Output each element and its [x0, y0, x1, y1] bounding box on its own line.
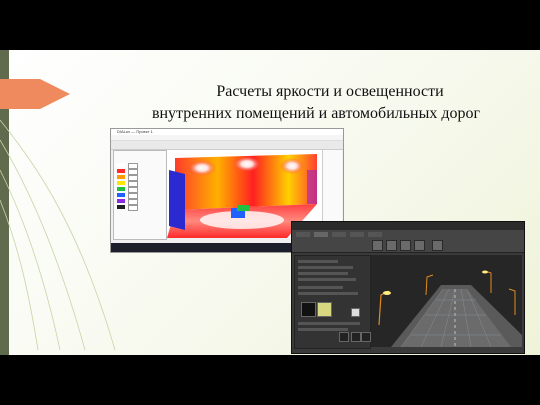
luminaire-thumbnail[interactable]	[361, 332, 371, 342]
window-title-bar	[292, 222, 524, 230]
legend-value	[128, 205, 138, 211]
decorative-lines	[0, 119, 116, 351]
arrow-accent-head	[40, 79, 70, 109]
luminaire-thumbnail[interactable]	[339, 332, 349, 342]
slide: Расчеты яркости и освещенности внутренни…	[0, 50, 540, 355]
list-item[interactable]	[298, 328, 348, 331]
list-item[interactable]	[298, 266, 353, 269]
title-line-1: Расчеты яркости и освещенности	[216, 83, 444, 100]
legend-swatch	[117, 187, 125, 191]
legend-swatch	[117, 169, 125, 173]
color-legend-panel	[113, 150, 167, 240]
title-line-2: внутренних помещений и автомобильных дор…	[151, 105, 481, 122]
ribbon-tab[interactable]	[368, 232, 382, 237]
list-item[interactable]	[298, 260, 338, 263]
ribbon-tab[interactable]	[332, 232, 346, 237]
list-item[interactable]	[298, 322, 360, 325]
ribbon-icon[interactable]	[386, 240, 397, 251]
ribbon-icon[interactable]	[414, 240, 425, 251]
list-item[interactable]	[298, 286, 343, 289]
legend-swatch	[117, 163, 125, 167]
toolbar	[111, 141, 343, 150]
legend-swatch	[117, 205, 125, 209]
luminaire-thumbnail[interactable]	[351, 308, 360, 317]
legend-swatch	[117, 193, 125, 197]
legend-swatch	[117, 199, 125, 203]
slide-title: Расчеты яркости и освещенности внутренни…	[100, 81, 540, 125]
luminaire-thumbnail[interactable]	[317, 302, 332, 317]
project-tree-panel	[294, 255, 371, 349]
arrow-accent-body	[0, 79, 40, 109]
ribbon-icon[interactable]	[400, 240, 411, 251]
ribbon-tab[interactable]	[296, 232, 310, 237]
luminaire-thumbnail[interactable]	[301, 302, 316, 317]
ribbon-icon[interactable]	[432, 240, 443, 251]
list-item[interactable]	[298, 278, 356, 281]
list-item[interactable]	[298, 272, 348, 275]
ribbon-toolbar	[292, 230, 524, 253]
road-lighting-screenshot	[291, 221, 525, 354]
ribbon-icon[interactable]	[372, 240, 383, 251]
list-item[interactable]	[298, 292, 358, 295]
luminaire-thumbnail[interactable]	[351, 332, 361, 342]
legend-swatch	[117, 181, 125, 185]
ribbon-tab[interactable]	[314, 232, 328, 237]
legend-swatch	[117, 175, 125, 179]
ribbon-tab[interactable]	[350, 232, 364, 237]
road-3d-viewport[interactable]	[371, 255, 522, 347]
